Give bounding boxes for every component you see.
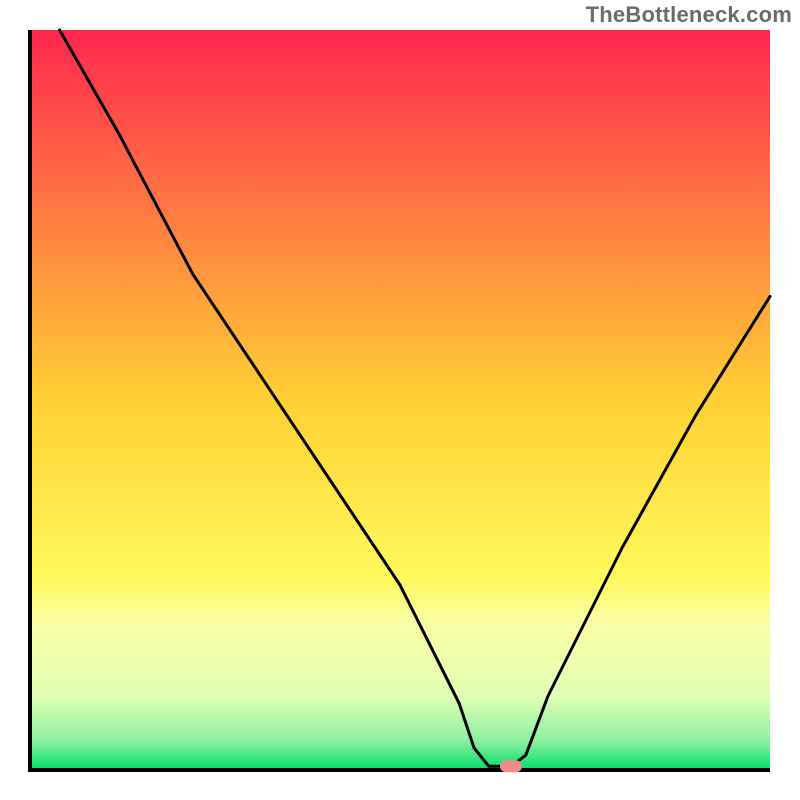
chart-container: TheBottleneck.com [0, 0, 800, 800]
plot-background [30, 30, 770, 770]
optimum-marker [500, 760, 522, 772]
watermark-text: TheBottleneck.com [586, 2, 792, 28]
bottleneck-chart [0, 0, 800, 800]
